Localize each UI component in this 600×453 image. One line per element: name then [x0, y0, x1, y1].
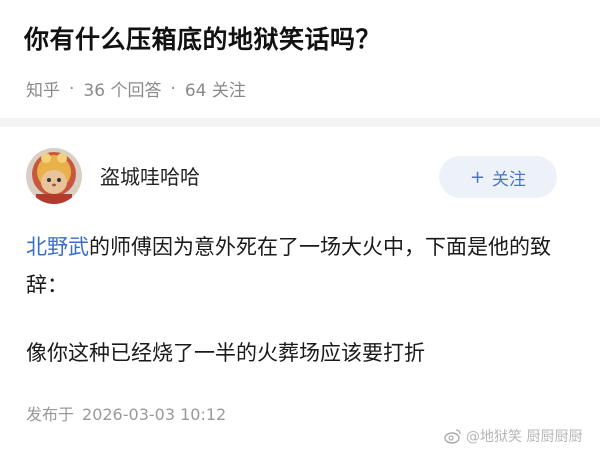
answer-paragraph-2: 像你这种已经烧了一半的火葬场应该要打折 — [26, 341, 425, 365]
weibo-icon — [444, 429, 461, 444]
follow-button[interactable]: + 关注 — [439, 156, 557, 198]
section-divider — [0, 118, 600, 127]
question-title: 你有什么压箱底的地狱笑话吗？ — [24, 25, 382, 54]
watermark-text: @地狱笑 厨厨厨厨 — [466, 429, 583, 445]
published-time: 2026-03-03 10:12 — [82, 405, 227, 424]
followers-count[interactable]: 64 关注 — [185, 76, 246, 101]
plus-icon: + — [469, 166, 486, 188]
answers-count[interactable]: 36 个回答 — [83, 76, 161, 101]
answer-paragraph-1: 北野武的师傅因为意外死在了一场大火中，下面是他的致辞： — [26, 228, 576, 304]
meta-separator: · — [69, 78, 75, 99]
answer-text: 的师傅因为意外死在了一场大火中，下面是他的致辞： — [26, 235, 551, 297]
publish-info: 发布于 2026-03-03 10:12 — [26, 401, 226, 425]
mention-link[interactable]: 北野武 — [26, 235, 89, 259]
author-name[interactable]: 盗城哇哈哈 — [100, 161, 200, 190]
published-label: 发布于 — [26, 405, 75, 424]
question-meta: 知乎 · 36 个回答 · 64 关注 — [26, 76, 246, 102]
follow-label: 关注 — [492, 169, 527, 190]
avatar[interactable] — [26, 148, 82, 204]
cat-lion-costume-avatar-icon — [26, 148, 82, 204]
meta-separator: · — [170, 78, 176, 99]
source-label: 知乎 — [26, 81, 60, 101]
watermark: @地狱笑 厨厨厨厨 — [444, 426, 582, 446]
